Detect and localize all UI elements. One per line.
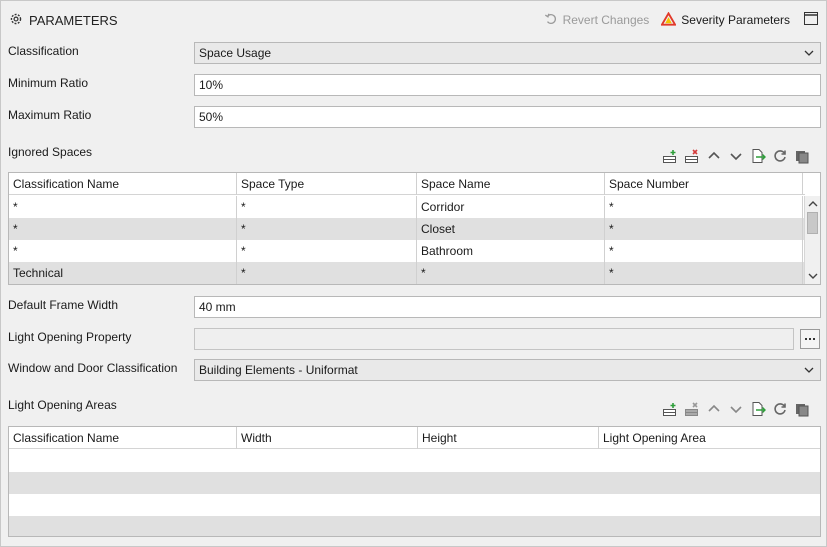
light-opening-property-label: Light Opening Property [8, 330, 132, 344]
minimum-ratio-label: Minimum Ratio [8, 76, 89, 90]
default-frame-width-value: 40 mm [199, 300, 236, 314]
ignored-spaces-table: Classification Name Space Type Space Nam… [8, 172, 821, 285]
export-icon[interactable] [750, 401, 766, 417]
classification-value: Space Usage [199, 46, 272, 60]
remove-row-icon[interactable] [684, 401, 700, 417]
cell-space-name[interactable]: Closet [417, 218, 605, 240]
chevron-down-icon [804, 367, 814, 373]
table-row[interactable]: * * Closet * [9, 218, 805, 240]
table-row[interactable]: * * Bathroom * [9, 240, 805, 262]
move-up-icon[interactable] [706, 148, 722, 164]
remove-row-icon[interactable] [684, 148, 700, 164]
export-icon[interactable] [750, 148, 766, 164]
severity-parameters-button[interactable]: Severity Parameters [660, 11, 790, 29]
cell-space-type[interactable]: * [237, 240, 417, 262]
cell-space-name[interactable]: Bathroom [417, 240, 605, 262]
add-row-icon[interactable] [662, 401, 678, 417]
parameters-panel: PARAMETERS Revert Changes Severity Param… [0, 0, 827, 547]
table-row[interactable]: * * Corridor * [9, 196, 805, 218]
undo-icon [544, 12, 558, 29]
cell-space-number[interactable]: * [605, 240, 803, 262]
ignored-spaces-toolbar [662, 147, 810, 165]
cell-space-number[interactable]: * [605, 262, 803, 284]
column-header-space-type[interactable]: Space Type [237, 173, 417, 195]
refresh-icon[interactable] [772, 148, 788, 164]
column-header-height[interactable]: Height [418, 427, 599, 449]
window-maximize-icon[interactable] [804, 12, 818, 28]
light-opening-areas-table: Classification Name Width Height Light O… [8, 426, 821, 537]
classification-label: Classification [8, 44, 79, 58]
gear-icon [9, 12, 23, 29]
maximum-ratio-value: 50% [199, 110, 224, 124]
column-header-classification-name[interactable]: Classification Name [9, 173, 237, 195]
ignored-spaces-label: Ignored Spaces [8, 145, 93, 159]
scroll-down-icon[interactable] [807, 270, 819, 282]
cell-classification-name[interactable]: * [9, 240, 237, 262]
minimum-ratio-input[interactable]: 10% [194, 74, 821, 96]
chevron-down-icon [804, 50, 814, 56]
empty-table-row [9, 450, 820, 472]
scroll-up-icon[interactable] [807, 198, 819, 210]
empty-table-row [9, 472, 820, 494]
cell-classification-name[interactable]: * [9, 218, 237, 240]
scrollbar-thumb[interactable] [807, 212, 818, 234]
cell-classification-name[interactable]: * [9, 196, 237, 218]
cell-space-name[interactable]: Corridor [417, 196, 605, 218]
light-opening-areas-toolbar [662, 400, 810, 418]
column-header-classification-name[interactable]: Classification Name [9, 427, 237, 449]
cell-space-type[interactable]: * [237, 262, 417, 284]
cell-space-number[interactable]: * [605, 196, 803, 218]
column-header-light-opening-area[interactable]: Light Opening Area [599, 427, 820, 449]
cell-space-name[interactable]: * [417, 262, 605, 284]
panel-header: PARAMETERS [9, 10, 118, 30]
header-actions: Revert Changes Severity Parameters [544, 10, 818, 30]
table-row[interactable]: Technical * * * [9, 262, 805, 284]
column-header-space-name[interactable]: Space Name [417, 173, 605, 195]
minimum-ratio-value: 10% [199, 78, 224, 92]
cell-space-type[interactable]: * [237, 196, 417, 218]
browse-button[interactable] [800, 329, 820, 349]
empty-table-row [9, 494, 820, 516]
light-opening-property-input[interactable] [194, 328, 794, 350]
light-opening-areas-label: Light Opening Areas [8, 398, 117, 412]
severity-triangle-icon [660, 11, 677, 29]
paste-icon[interactable] [794, 148, 810, 164]
add-row-icon[interactable] [662, 148, 678, 164]
ellipsis-icon [805, 338, 807, 340]
column-header-width[interactable]: Width [237, 427, 418, 449]
panel-title: PARAMETERS [29, 12, 118, 28]
window-door-classification-label: Window and Door Classification [8, 361, 178, 375]
default-frame-width-input[interactable]: 40 mm [194, 296, 821, 318]
empty-table-row [9, 516, 820, 536]
move-down-icon[interactable] [728, 148, 744, 164]
cell-space-type[interactable]: * [237, 218, 417, 240]
cell-space-number[interactable]: * [605, 218, 803, 240]
table-header-row: Classification Name Width Height Light O… [9, 427, 820, 449]
revert-changes-button[interactable]: Revert Changes [544, 12, 650, 29]
refresh-icon[interactable] [772, 401, 788, 417]
table-header-row: Classification Name Space Type Space Nam… [9, 173, 805, 195]
default-frame-width-label: Default Frame Width [8, 298, 119, 312]
move-down-icon[interactable] [728, 401, 744, 417]
revert-changes-label: Revert Changes [562, 13, 650, 27]
severity-parameters-label: Severity Parameters [681, 13, 790, 27]
window-door-classification-value: Building Elements - Uniformat [199, 363, 358, 377]
maximum-ratio-label: Maximum Ratio [8, 108, 92, 122]
classification-select[interactable]: Space Usage [194, 42, 821, 64]
maximum-ratio-input[interactable]: 50% [194, 106, 821, 128]
cell-classification-name[interactable]: Technical [9, 262, 237, 284]
paste-icon[interactable] [794, 401, 810, 417]
vertical-scrollbar[interactable] [804, 196, 820, 284]
column-header-space-number[interactable]: Space Number [605, 173, 803, 195]
window-door-classification-select[interactable]: Building Elements - Uniformat [194, 359, 821, 381]
move-up-icon[interactable] [706, 401, 722, 417]
